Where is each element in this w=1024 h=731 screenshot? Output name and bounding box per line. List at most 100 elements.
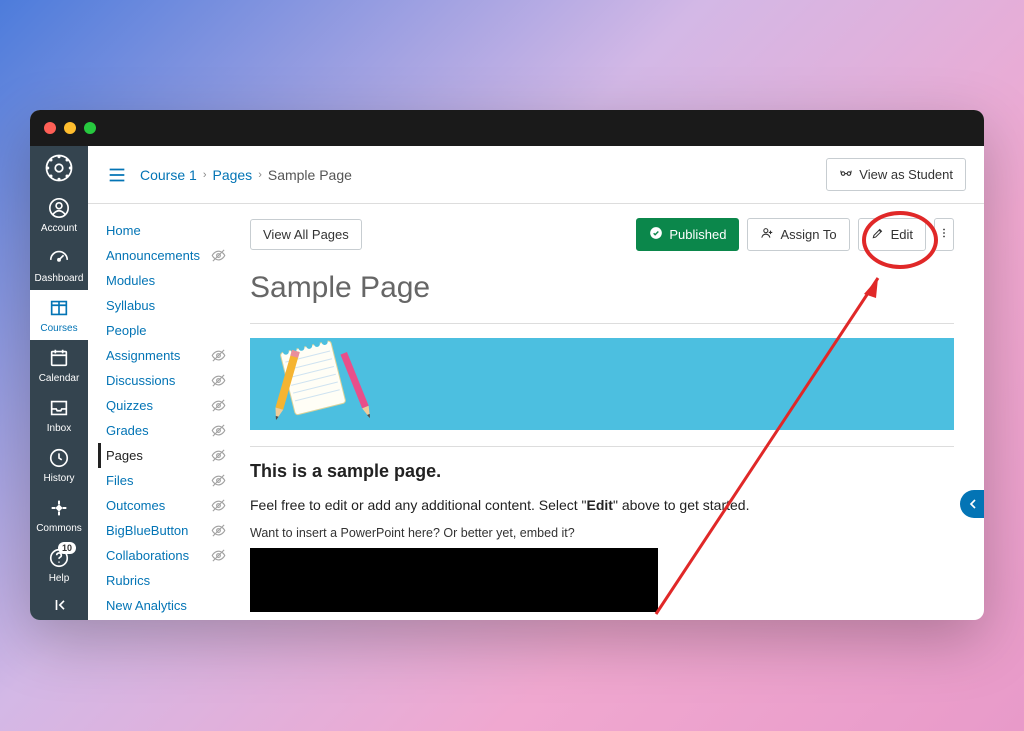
course-nav-item[interactable]: Grades (106, 418, 226, 443)
maximize-dot[interactable] (84, 122, 96, 134)
nav-label: Help (49, 573, 70, 584)
nav-commons[interactable]: Commons (30, 490, 88, 540)
page-heading: This is a sample page. (250, 461, 954, 482)
hidden-icon (211, 473, 226, 488)
collapse-nav[interactable] (30, 590, 88, 620)
nav-history[interactable]: History (30, 440, 88, 490)
course-nav-label: Assignments (106, 348, 180, 363)
courses-icon (47, 296, 71, 320)
course-nav-label: Files (106, 473, 133, 488)
course-nav-label: People (106, 323, 146, 338)
breadcrumb-course[interactable]: Course 1 (140, 167, 197, 183)
nav-label: Commons (36, 523, 82, 534)
course-nav-item[interactable]: BigBlueButton (106, 518, 226, 543)
course-nav-item[interactable]: People (106, 318, 226, 343)
view-as-student-button[interactable]: View as Student (826, 158, 966, 191)
user-icon (47, 196, 71, 220)
published-button[interactable]: Published (636, 218, 739, 251)
course-nav-item[interactable]: New Analytics (106, 593, 226, 618)
nav-label: Courses (40, 323, 77, 334)
nav-dashboard[interactable]: Dashboard (30, 240, 88, 290)
help-badge: 10 (58, 542, 76, 554)
divider (250, 446, 954, 447)
close-dot[interactable] (44, 122, 56, 134)
minimize-dot[interactable] (64, 122, 76, 134)
breadcrumb: Course 1 › Pages › Sample Page (140, 167, 814, 183)
course-nav-label: BigBlueButton (106, 523, 188, 538)
nav-account[interactable]: Account (30, 190, 88, 240)
hidden-icon (211, 348, 226, 363)
course-nav-item[interactable]: Rubrics (106, 568, 226, 593)
course-nav-item[interactable]: Modules (106, 268, 226, 293)
hidden-icon (211, 423, 226, 438)
insert-prompt: Want to insert a PowerPoint here? Or bet… (250, 526, 954, 540)
breadcrumb-page: Sample Page (268, 167, 352, 183)
history-icon (47, 446, 71, 470)
more-options-button[interactable] (934, 218, 954, 251)
annotation-arrow (646, 264, 906, 620)
chevron-right-icon: › (258, 169, 262, 181)
course-nav-label: Grades (106, 423, 149, 438)
hamburger-icon[interactable] (106, 164, 128, 186)
course-nav-label: Syllabus (106, 298, 155, 313)
course-nav-label: Home (106, 223, 141, 238)
course-nav-item[interactable]: Announcements (106, 243, 226, 268)
hidden-icon (211, 523, 226, 538)
nav-label: History (43, 473, 74, 484)
course-nav-label: Collaborations (106, 548, 189, 563)
hidden-icon (211, 498, 226, 513)
course-nav-label: Rubrics (106, 573, 150, 588)
nav-label: Account (41, 223, 77, 234)
canvas-logo[interactable] (30, 146, 88, 190)
hidden-icon (211, 398, 226, 413)
nav-calendar[interactable]: Calendar (30, 340, 88, 390)
calendar-icon (47, 346, 71, 370)
course-nav-label: Discussions (106, 373, 175, 388)
window-titlebar (30, 110, 984, 146)
course-nav-item[interactable]: Outcomes (106, 493, 226, 518)
course-nav-label: New Analytics (106, 598, 187, 613)
nav-label: Calendar (39, 373, 80, 384)
chevron-right-icon: › (203, 169, 207, 181)
course-nav-item[interactable]: Discussions (106, 368, 226, 393)
nav-courses[interactable]: Courses (30, 290, 88, 340)
glasses-icon (839, 166, 853, 183)
hidden-icon (211, 548, 226, 563)
page-body: Feel free to edit or add any additional … (250, 496, 954, 516)
course-nav-label: Outcomes (106, 498, 165, 513)
course-nav-item[interactable]: Assignments (106, 343, 226, 368)
page-content: View All Pages Published Assign To (236, 204, 984, 620)
divider (250, 323, 954, 324)
commons-icon (47, 496, 71, 520)
edit-button[interactable]: Edit (858, 218, 926, 251)
view-all-pages-button[interactable]: View All Pages (250, 219, 362, 250)
course-nav: Home Announcements Modules Syllabus People As… (88, 204, 236, 620)
course-nav-item[interactable]: Home (106, 218, 226, 243)
side-pull-tab[interactable] (960, 490, 984, 518)
course-nav-label: Announcements (106, 248, 200, 263)
embed-placeholder (250, 548, 658, 612)
course-nav-item[interactable]: Collaborations (106, 543, 226, 568)
hidden-icon (211, 448, 226, 463)
breadcrumb-section[interactable]: Pages (212, 167, 252, 183)
nav-label: Inbox (47, 423, 71, 434)
nav-inbox[interactable]: Inbox (30, 390, 88, 440)
page-title: Sample Page (250, 271, 954, 305)
hidden-icon (211, 248, 226, 263)
course-nav-label: Modules (106, 273, 155, 288)
user-add-icon (760, 226, 774, 243)
dashboard-icon (47, 246, 71, 270)
nav-label: Dashboard (35, 273, 84, 284)
app-window: Account Dashboard Courses Calendar Inbox… (30, 110, 984, 620)
global-nav: Account Dashboard Courses Calendar Inbox… (30, 146, 88, 620)
nav-help[interactable]: 10 Help (30, 540, 88, 590)
course-nav-item[interactable]: Files (106, 468, 226, 493)
hidden-icon (211, 373, 226, 388)
kebab-icon (937, 226, 951, 243)
assign-to-button[interactable]: Assign To (747, 218, 849, 251)
course-nav-item[interactable]: Quizzes (106, 393, 226, 418)
course-nav-label: Quizzes (106, 398, 153, 413)
course-nav-item[interactable]: Pages (98, 443, 226, 468)
course-nav-item[interactable]: Syllabus (106, 293, 226, 318)
check-circle-icon (649, 226, 663, 243)
